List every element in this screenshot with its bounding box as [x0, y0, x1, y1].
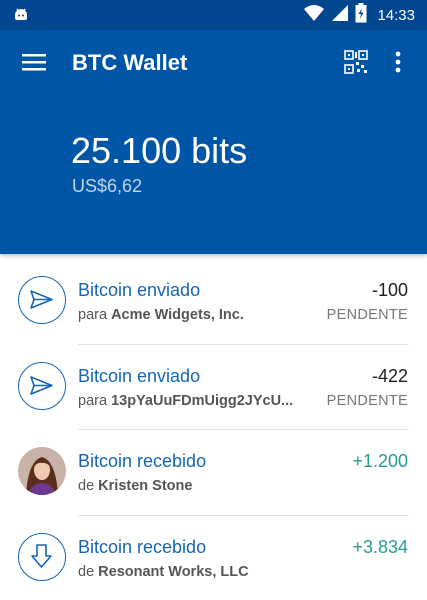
status-bar: 14:33: [0, 0, 427, 30]
counterparty-name: Resonant Works, LLC: [98, 563, 249, 580]
send-icon: [18, 276, 66, 324]
transaction-amount: -100: [371, 280, 408, 300]
transaction-counterparty: de Kristen Stone: [78, 478, 193, 494]
transaction-row[interactable]: Bitcoin recebido de Kristen Stone +1.200: [0, 429, 427, 515]
battery-charging-icon: [355, 2, 367, 28]
balance-amount: 25.100 bits: [71, 130, 248, 171]
transaction-title: Bitcoin enviado: [78, 365, 201, 386]
transaction-row[interactable]: Bitcoin enviado para 13pYaUuFDmUigg2JYcU…: [0, 343, 427, 430]
balance-panel: 25.100 bits US$6,62: [0, 94, 427, 254]
signal-icon: [331, 4, 349, 27]
transaction-amount: +3.834: [352, 536, 408, 557]
send-icon: [18, 361, 66, 410]
menu-icon[interactable]: [22, 52, 46, 72]
transaction-row[interactable]: Bitcoin enviado para Acme Widgets, Inc. …: [0, 258, 427, 344]
transaction-amount: -422: [371, 365, 408, 386]
transaction-row[interactable]: Bitcoin recebido de Resonant Works, LLC …: [0, 514, 427, 600]
transaction-title: Bitcoin recebido: [78, 536, 207, 557]
qr-code-icon[interactable]: [344, 50, 368, 74]
android-icon: [12, 6, 30, 29]
transaction-list: Bitcoin enviado para Acme Widgets, Inc. …: [0, 258, 427, 600]
more-vert-icon[interactable]: [388, 50, 408, 74]
transaction-counterparty: de Resonant Works, LLC: [78, 563, 249, 580]
wifi-icon: [303, 4, 325, 27]
transaction-status: PENDENTE: [326, 307, 408, 323]
counterparty-name: Acme Widgets, Inc.: [111, 307, 244, 323]
status-time: 14:33: [377, 6, 415, 24]
counterparty-name: Kristen Stone: [98, 478, 193, 494]
balance-fiat: US$6,62: [72, 176, 143, 196]
status-icons: 14:33: [303, 0, 415, 30]
app-title: BTC Wallet: [72, 50, 188, 75]
transaction-amount: +1.200: [352, 451, 408, 471]
transaction-title: Bitcoin enviado: [78, 280, 201, 300]
app-bar: BTC Wallet: [0, 30, 427, 94]
transaction-title: Bitcoin recebido: [78, 451, 207, 471]
avatar: [18, 447, 66, 495]
receive-icon: [18, 532, 66, 581]
transaction-counterparty: para 13pYaUuFDmUigg2JYcU...: [78, 392, 294, 409]
counterparty-name: 13pYaUuFDmUigg2JYcU...: [111, 392, 294, 409]
transaction-status: PENDENTE: [326, 392, 408, 409]
transaction-counterparty: para Acme Widgets, Inc.: [78, 307, 244, 323]
